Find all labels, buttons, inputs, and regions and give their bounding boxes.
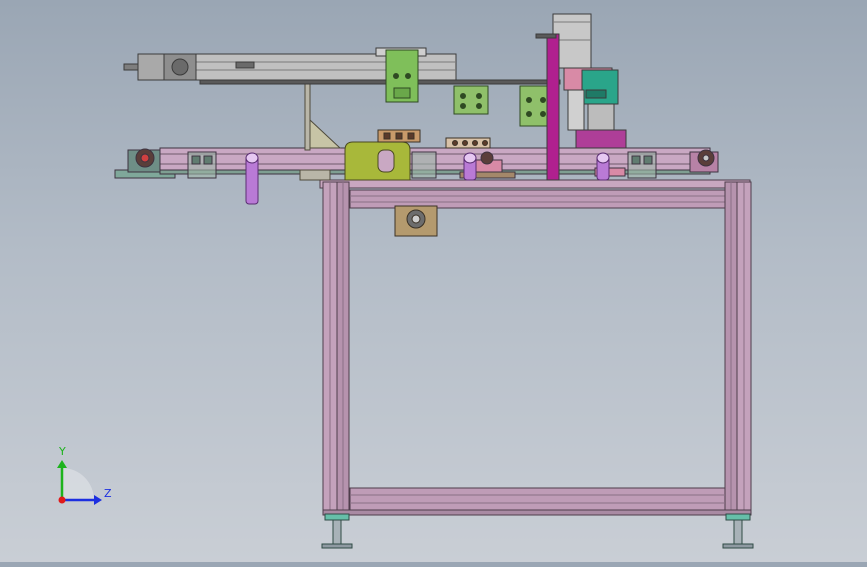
machine-assembly-drawing: Y Z (57, 13, 754, 549)
main-frame (319, 179, 752, 516)
left-foot-pad (321, 543, 353, 549)
green-plate-2 (453, 85, 489, 115)
frame-bottom-crossbar (349, 487, 726, 511)
coordinate-triad: Y Z (57, 445, 112, 505)
z-axis-label: Z (104, 487, 112, 500)
left-foot-block (324, 513, 350, 521)
frame-upper-crossbar (349, 189, 726, 209)
frame-top-beam (319, 179, 751, 189)
left-foot-stem (332, 519, 342, 545)
y-axis-label: Y (58, 445, 66, 458)
leveling-feet (321, 513, 754, 549)
mounting-plates (385, 49, 553, 127)
conveyor (114, 147, 719, 179)
right-foot-stem (733, 519, 743, 545)
cad-viewport[interactable]: Y Z (0, 0, 867, 562)
drive-motor (394, 205, 438, 237)
teal-motor-block (581, 69, 619, 105)
right-foot-pad (722, 543, 754, 549)
right-foot-block (725, 513, 751, 521)
linear-actuator (123, 47, 561, 85)
clamp-block (344, 141, 411, 181)
magenta-post (546, 33, 560, 181)
origin-dot (58, 496, 66, 504)
